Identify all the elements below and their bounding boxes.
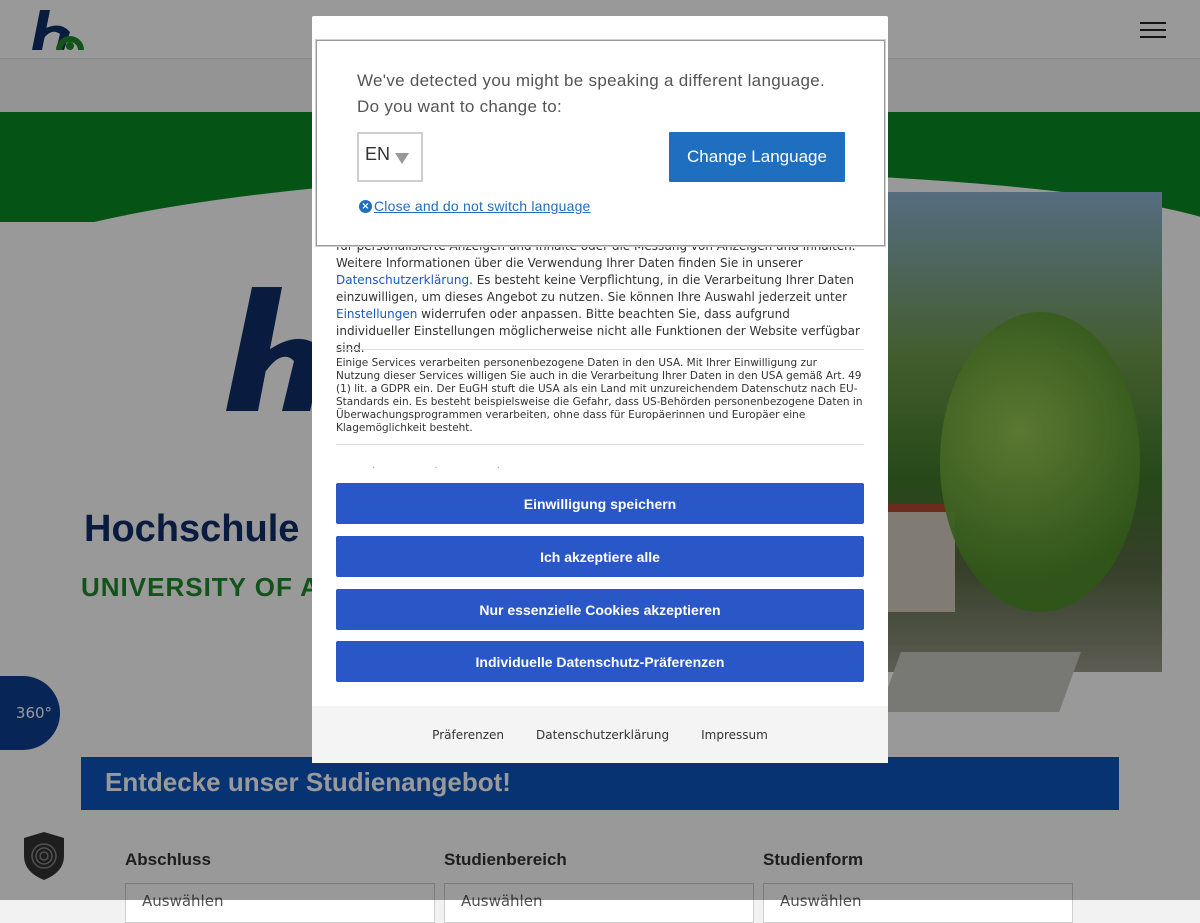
cookie-divider	[336, 444, 864, 445]
accept-all-button[interactable]: Ich akzeptiere alle	[336, 536, 864, 577]
footer-link-privacy[interactable]: Datenschutzerklärung	[536, 728, 669, 742]
language-message-line1: We've detected you might be speaking a d…	[357, 71, 825, 90]
save-consent-button[interactable]: Einwilligung speichern	[336, 483, 864, 524]
change-language-button[interactable]: Change Language	[669, 132, 845, 182]
individual-preferences-button[interactable]: Individuelle Datenschutz-Präferenzen	[336, 641, 864, 682]
language-switch-dialog: We've detected you might be speaking a d…	[316, 40, 885, 246]
language-message-line2: Do you want to change to:	[357, 97, 563, 116]
settings-link[interactable]: Einstellungen	[336, 307, 417, 321]
footer-link-preferences[interactable]: Präferenzen	[432, 728, 504, 742]
service-toggle-dots: · · ·	[372, 463, 528, 474]
close-language-link[interactable]: × Close and do not switch language	[359, 198, 591, 214]
language-select[interactable]: EN	[357, 132, 423, 182]
cookie-description: für personalisierte Anzeigen und Inhalte…	[336, 238, 864, 357]
cookie-footer: Präferenzen Datenschutzerklärung Impress…	[312, 706, 888, 763]
cookie-divider	[336, 349, 864, 350]
privacy-link[interactable]: Datenschutzerklärung	[336, 273, 469, 287]
close-language-text[interactable]: Close and do not switch language	[374, 198, 591, 214]
footer-link-imprint[interactable]: Impressum	[701, 728, 768, 742]
language-select-value: EN	[365, 144, 391, 164]
close-circle-icon: ×	[359, 199, 372, 213]
essential-only-button[interactable]: Nur essenzielle Cookies akzeptieren	[336, 589, 864, 630]
dropdown-arrow-icon	[395, 153, 409, 164]
us-data-notice: Einige Services verarbeiten personenbezo…	[336, 357, 863, 434]
language-message: We've detected you might be speaking a d…	[357, 68, 857, 120]
